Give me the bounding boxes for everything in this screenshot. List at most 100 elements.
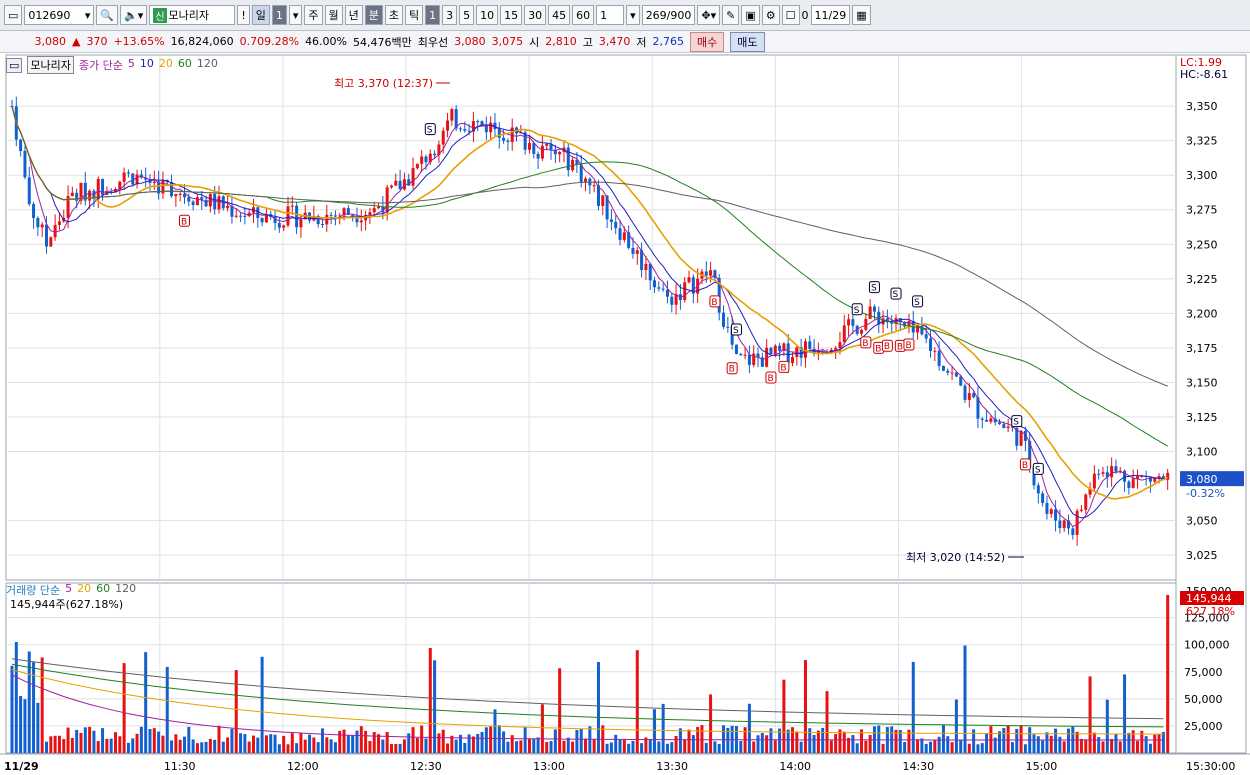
calendar-icon[interactable]: ▦ <box>852 5 871 25</box>
interval-3[interactable]: 3 <box>442 5 458 25</box>
volume-bar <box>1157 734 1161 753</box>
candle-body <box>601 195 605 206</box>
volume-bar <box>657 741 661 753</box>
volume-bar <box>170 740 174 753</box>
volume-bar <box>834 734 838 753</box>
interval-5[interactable]: 5 <box>459 5 475 25</box>
volume-bar <box>256 737 260 753</box>
chevron-down-icon[interactable]: ▾ <box>85 9 91 22</box>
buy-button[interactable]: 매수 <box>690 31 725 52</box>
volume-bar <box>66 727 70 753</box>
speaker-icon[interactable]: 🔈▾ <box>120 5 148 25</box>
volume-bar <box>549 741 553 753</box>
volume-panel[interactable]: 25,00050,00075,000100,000125,000150,0001… <box>5 582 1244 754</box>
volume-bar <box>579 728 583 753</box>
volume-bar <box>195 743 199 753</box>
chart-area[interactable]: 3,350 3,325 3,300 3,275 3,250 3,225 3,200 3,175… <box>0 53 1250 775</box>
volume-bar <box>954 699 958 753</box>
checkbox[interactable]: ☐ <box>781 5 800 25</box>
sell-button[interactable]: 매도 <box>730 31 765 52</box>
volume-bar <box>972 729 976 753</box>
volume-bar <box>480 731 484 753</box>
candle-body <box>23 150 27 178</box>
date-field[interactable]: 11/29 <box>810 5 851 25</box>
candle-body <box>506 140 510 142</box>
candle-body <box>1075 510 1079 535</box>
interval-45[interactable]: 45 <box>548 5 571 25</box>
chevron-down-icon[interactable]: ▾ <box>626 5 640 25</box>
volume-bar <box>329 739 333 753</box>
crosshair-icon[interactable]: ✥▾ <box>697 5 721 25</box>
price-legend-item[interactable]: 종가 단순 <box>79 57 123 73</box>
tab-tick[interactable]: 틱 <box>405 5 424 25</box>
grid-toggle-icon[interactable]: ▭ <box>6 57 23 73</box>
interval-1[interactable]: 1 <box>425 5 441 25</box>
candle-body <box>329 214 333 216</box>
tab-week[interactable]: 주 <box>304 5 323 25</box>
candle-body <box>584 178 588 182</box>
tab-minute[interactable]: 분 <box>364 5 383 25</box>
alert-button[interactable]: ! <box>237 5 250 25</box>
interval-15[interactable]: 15 <box>500 5 523 25</box>
stock-code-input[interactable]: 012690 ▾ <box>24 5 95 25</box>
price-legend: ▭ 모나리자 종가 단순 5 10 20 60 120 <box>6 56 218 74</box>
volume-bar <box>385 731 389 753</box>
candle-body <box>1045 502 1049 514</box>
candle-body <box>946 370 950 373</box>
stock-name-field[interactable]: 신 모나리자 <box>149 5 236 25</box>
volume-bar <box>1032 734 1036 753</box>
price-legend-item[interactable]: 5 <box>128 57 135 73</box>
tab-second[interactable]: 초 <box>384 5 404 25</box>
price-legend-item[interactable]: 60 <box>178 57 192 73</box>
interval-input[interactable]: 1 <box>596 5 625 25</box>
best-ask: 3,080 <box>454 35 486 48</box>
candle-body <box>277 222 281 228</box>
interval-30[interactable]: 30 <box>524 5 547 25</box>
interval-10[interactable]: 10 <box>476 5 499 25</box>
volume-bar <box>113 732 117 753</box>
interval-60[interactable]: 60 <box>572 5 595 25</box>
volume-bar <box>247 741 251 753</box>
candle-body <box>372 208 376 213</box>
time-axis: 11/29 11:30 12:00 12:30 13:00 13:30 14:00 14:30… <box>0 753 1250 773</box>
volume-bar <box>44 741 48 753</box>
x-tick-label: 15:00 <box>1026 760 1058 773</box>
period-day-button[interactable]: 일 <box>251 5 270 25</box>
volume-bar <box>372 732 376 753</box>
price-legend-item[interactable]: 120 <box>197 57 218 73</box>
volume-bar <box>165 666 169 753</box>
buy-signal-label: B <box>875 344 881 354</box>
panel-title[interactable]: 모나리자 <box>27 56 74 74</box>
count-field[interactable]: 269/900 <box>641 5 696 25</box>
volume-bar <box>640 743 644 753</box>
volume-bar <box>670 742 674 753</box>
volume-bar <box>1079 738 1083 753</box>
gear-icon[interactable]: ⚙ <box>761 5 780 25</box>
chart-menu-icon[interactable]: ▭ <box>4 5 23 25</box>
price-legend-item[interactable]: 10 <box>140 57 154 73</box>
volume-bar <box>53 735 57 753</box>
volume-bar <box>36 702 40 753</box>
search-icon[interactable]: 🔍 <box>96 5 119 25</box>
candle-body <box>752 353 756 365</box>
candle-body <box>683 282 687 301</box>
volume-bar <box>105 738 109 753</box>
volume-bar <box>553 729 557 753</box>
volume-bar <box>49 736 53 753</box>
chevron-down-icon[interactable]: ▾ <box>288 5 303 25</box>
price-legend-item[interactable]: 20 <box>159 57 173 73</box>
period-num-button[interactable]: 1 <box>271 5 287 25</box>
candle-body <box>446 120 450 131</box>
candle-body <box>527 143 531 150</box>
volume-bar <box>230 728 234 753</box>
candle-body <box>941 365 945 371</box>
candle-body <box>502 137 506 141</box>
volume-bar <box>752 741 756 753</box>
candle-body <box>415 163 419 169</box>
tab-year[interactable]: 년 <box>344 5 363 25</box>
candle-body <box>1110 466 1114 478</box>
draw-tool-icon[interactable]: ✎ <box>722 5 740 25</box>
candle-body <box>847 319 851 326</box>
save-icon[interactable]: ▣ <box>741 5 760 25</box>
tab-month[interactable]: 월 <box>324 5 343 25</box>
